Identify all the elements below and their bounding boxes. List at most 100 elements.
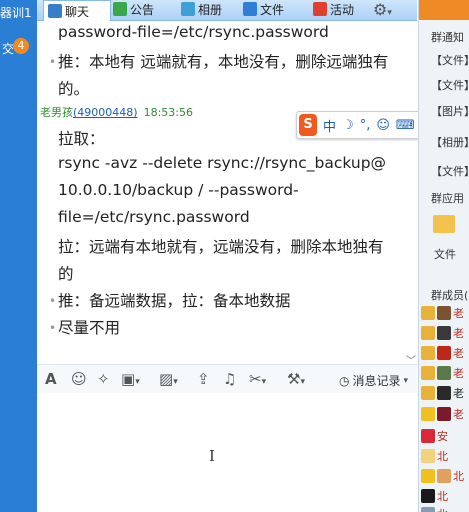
scissors-icon[interactable]: ✂▾	[249, 370, 266, 388]
ime-mode-toggle[interactable]: 中	[323, 116, 336, 135]
member-row[interactable]: 老	[421, 384, 469, 402]
notice-item[interactable]: 【图片】	[431, 103, 469, 119]
tab-album[interactable]: 相册	[181, 0, 222, 18]
message-time: 18:53:56	[143, 106, 193, 119]
activity-flag-icon	[313, 2, 327, 16]
files-icon	[243, 2, 257, 16]
member-name: 老	[453, 408, 464, 421]
tab-chat[interactable]: 聊天	[43, 0, 111, 21]
text-cursor-icon: I	[209, 447, 215, 465]
member-row[interactable]: 北	[421, 447, 469, 465]
star-icon	[421, 469, 435, 483]
album-icon	[181, 2, 195, 16]
message-line: 拉取：	[58, 130, 105, 148]
message-line: 拉：远端有本地就有，远端没有，删除本地独有	[58, 238, 384, 256]
member-row[interactable]: 老	[421, 344, 469, 362]
group-notice-title[interactable]: 群通知	[431, 29, 464, 45]
punctuation-icon[interactable]: °,	[360, 118, 371, 133]
upload-icon[interactable]: ⇪	[197, 370, 210, 388]
message-line: 10.0.0.10/backup / --password-	[58, 181, 299, 199]
group-tab-bar: 聊天 公告 相册 文件 活动 ⚙▾	[37, 0, 417, 21]
tab-chat-label: 聊天	[65, 4, 90, 19]
member-name: 老	[453, 327, 464, 340]
left-fragment-text: 器训1	[0, 6, 32, 20]
member-name: 北	[437, 490, 448, 503]
clock-icon: ◷	[339, 373, 350, 388]
font-icon[interactable]: A	[45, 370, 57, 388]
file-app-label[interactable]: 文件	[434, 246, 456, 262]
message-line: 的	[58, 265, 74, 283]
message-line: 推：本地有 远端就有，本地没有，删除远端独有	[58, 53, 389, 71]
avatar	[437, 386, 451, 400]
notice-item[interactable]: 【文件】	[431, 163, 469, 179]
member-row[interactable]: 老	[421, 364, 469, 382]
bullet-dot: •	[49, 55, 57, 69]
chevron-down-icon: ▾	[403, 375, 409, 386]
member-name: 老	[453, 367, 464, 380]
avatar	[421, 429, 435, 443]
tab-activity-label: 活动	[330, 2, 355, 17]
member-row[interactable]: 老	[421, 405, 469, 423]
notice-item[interactable]: 【文件】	[431, 77, 469, 93]
message-input[interactable]: I	[37, 393, 417, 512]
bullet-dot: •	[49, 321, 57, 335]
member-name: 安	[437, 430, 448, 443]
sender-name[interactable]: 老男孩	[40, 106, 73, 119]
right-sidebar: 群通知 【文件】 【文件】 【图片】 【相册】 【文件】 群应用 文件 群成员(…	[418, 0, 469, 512]
magic-wand-icon[interactable]: ✧	[97, 370, 110, 388]
avatar	[437, 469, 451, 483]
avatar	[421, 366, 435, 380]
avatar	[437, 326, 451, 340]
member-name: 老	[453, 387, 464, 400]
gear-icon[interactable]: ⚙▾	[373, 0, 392, 19]
message-line: 的。	[58, 80, 90, 98]
sender-qq-link[interactable]: (49000448)	[73, 106, 138, 119]
avatar	[421, 306, 435, 320]
moon-icon[interactable]: ☽	[342, 118, 354, 133]
right-top-banner	[419, 0, 469, 20]
notice-item[interactable]: 【文件】	[431, 52, 469, 68]
music-icon[interactable]: ♫	[223, 370, 236, 388]
tab-files-label: 文件	[260, 2, 285, 17]
left-fragment-text-2: 交	[2, 42, 15, 56]
emoji-icon[interactable]: ☺	[71, 370, 87, 388]
message-history-button[interactable]: ◷ 消息记录 ▾	[339, 372, 408, 389]
keyboard-icon[interactable]: ⌨	[396, 118, 415, 133]
tab-files[interactable]: 文件	[243, 0, 284, 18]
avatar	[421, 326, 435, 340]
tab-activity[interactable]: 活动	[313, 0, 354, 18]
star-icon	[421, 407, 435, 421]
avatar	[437, 366, 451, 380]
emoji-icon[interactable]: ☺	[376, 118, 390, 133]
tab-notice[interactable]: 公告	[113, 0, 154, 18]
member-row[interactable]: 北	[421, 505, 469, 512]
group-members-title: 群成员(	[431, 289, 469, 302]
notice-item[interactable]: 【相册】	[431, 134, 469, 150]
avatar	[437, 407, 451, 421]
message-sender-header: 老男孩(49000448) 18:53:56	[40, 104, 193, 120]
message-line: password-file=/etc/rsync.password	[58, 23, 329, 41]
message-history-label: 消息记录	[352, 374, 401, 388]
sogou-logo-icon[interactable]: S	[299, 114, 318, 136]
tab-album-label: 相册	[198, 2, 223, 17]
chat-message-area[interactable]: password-file=/etc/rsync.password • 推：本地…	[37, 21, 417, 361]
member-row[interactable]: 老	[421, 324, 469, 342]
message-line: file=/etc/rsync.password	[58, 208, 250, 226]
folder-icon[interactable]	[433, 215, 455, 233]
group-apps-title: 群应用	[431, 192, 464, 205]
image-icon[interactable]: ▨▾	[159, 370, 178, 388]
chat-icon	[48, 4, 62, 18]
avatar	[437, 306, 451, 320]
tools-icon[interactable]: ⚒▾	[287, 370, 305, 388]
member-name: 老	[453, 307, 464, 320]
input-toolbar: A ☺ ✧ ▣▾ ▨▾ ⇪ ♫ ✂▾ ⚒▾ ◷ 消息记录 ▾	[37, 364, 417, 393]
left-panel-strip: 器训1 交 4	[0, 0, 37, 512]
member-row[interactable]: 安	[421, 427, 469, 445]
member-row[interactable]: 老	[421, 304, 469, 322]
member-row[interactable]: 北	[421, 467, 469, 485]
notice-icon	[113, 2, 127, 16]
gift-icon[interactable]: ▣▾	[121, 370, 140, 388]
unread-badge: 4	[13, 38, 29, 54]
member-name: 北	[437, 506, 448, 512]
member-row[interactable]: 北	[421, 487, 469, 505]
